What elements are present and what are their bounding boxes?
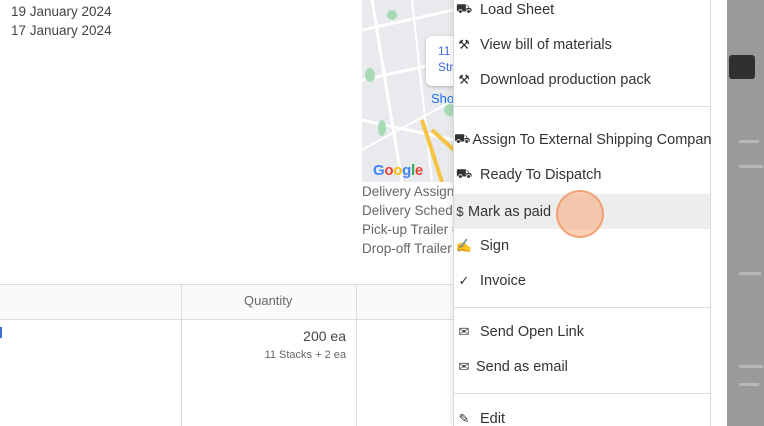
menu-divider <box>454 393 710 394</box>
menu-item-send-open-link[interactable]: ✉ Send Open Link <box>454 314 710 349</box>
envelope-icon: ✉ <box>458 358 470 374</box>
menu-divider <box>454 307 710 308</box>
backdrop-line <box>739 383 759 386</box>
map-place-label: Sho <box>431 91 455 106</box>
menu-item-invoice[interactable]: ✓ Invoice <box>454 263 710 298</box>
truck-load-icon: ⛟ <box>455 165 473 181</box>
edit-icon: ✎ <box>458 410 470 426</box>
quantity-detail: 11 Stacks + 2 ea <box>264 349 346 361</box>
menu-gutter <box>711 0 727 426</box>
menu-item-send-as-email[interactable]: ✉ Send as email <box>454 349 710 384</box>
menu-item-assign-external-shipping[interactable]: ⛟ Assign To External Shipping Company <box>454 122 719 157</box>
pickup-trailer-label: Pick-up Trailer # <box>362 222 460 237</box>
quantity-column-header: Quantity <box>244 293 293 308</box>
delivery-schedule-label: Delivery Schedu <box>362 203 461 218</box>
backdrop-line <box>739 365 763 368</box>
check-icon: ✓ <box>458 272 470 288</box>
map-bubble-street: Str <box>438 60 454 74</box>
delivery-assignee-label: Delivery Assigne <box>362 184 462 199</box>
shipping-truck-icon: ⛟ <box>454 130 471 146</box>
quantity-value: 200 ea <box>303 328 346 344</box>
backdrop-line <box>739 140 759 143</box>
hammer-icon: ⚒ <box>458 71 470 87</box>
backdrop-button <box>729 55 755 79</box>
column-divider <box>181 284 182 426</box>
backdrop-line <box>739 272 761 275</box>
column-divider <box>356 284 357 426</box>
menu-item-download-production-pack[interactable]: ⚒ Download production pack <box>454 62 710 97</box>
item-link[interactable] <box>0 327 2 338</box>
truck-load-icon: ⛟ <box>455 0 473 16</box>
menu-item-view-bom[interactable]: ⚒ View bill of materials <box>454 27 710 62</box>
date-2: 17 January 2024 <box>11 23 112 38</box>
dates-block: 19 January 2024 17 January 2024 <box>11 2 112 40</box>
cursor-click-indicator <box>556 190 604 238</box>
google-logo: Google <box>373 162 423 179</box>
menu-item-ready-to-dispatch[interactable]: ⛟ Ready To Dispatch <box>454 157 710 192</box>
hammer-icon: ⚒ <box>458 36 470 52</box>
envelope-icon: ✉ <box>458 323 470 339</box>
menu-divider <box>454 106 710 107</box>
dollar-icon: $ <box>456 204 464 219</box>
modal-backdrop[interactable] <box>727 0 764 426</box>
map-bubble-number: 11 <box>438 44 451 58</box>
menu-item-load-sheet[interactable]: ⛟ Load Sheet <box>454 0 710 27</box>
backdrop-line <box>739 165 763 168</box>
menu-item-edit[interactable]: ✎ Edit <box>454 401 710 426</box>
date-1: 19 January 2024 <box>11 4 112 19</box>
dropoff-trailer-label: Drop-off Trailer <box>362 241 452 256</box>
signature-icon: ✍ <box>455 237 473 253</box>
table-header <box>0 284 455 320</box>
